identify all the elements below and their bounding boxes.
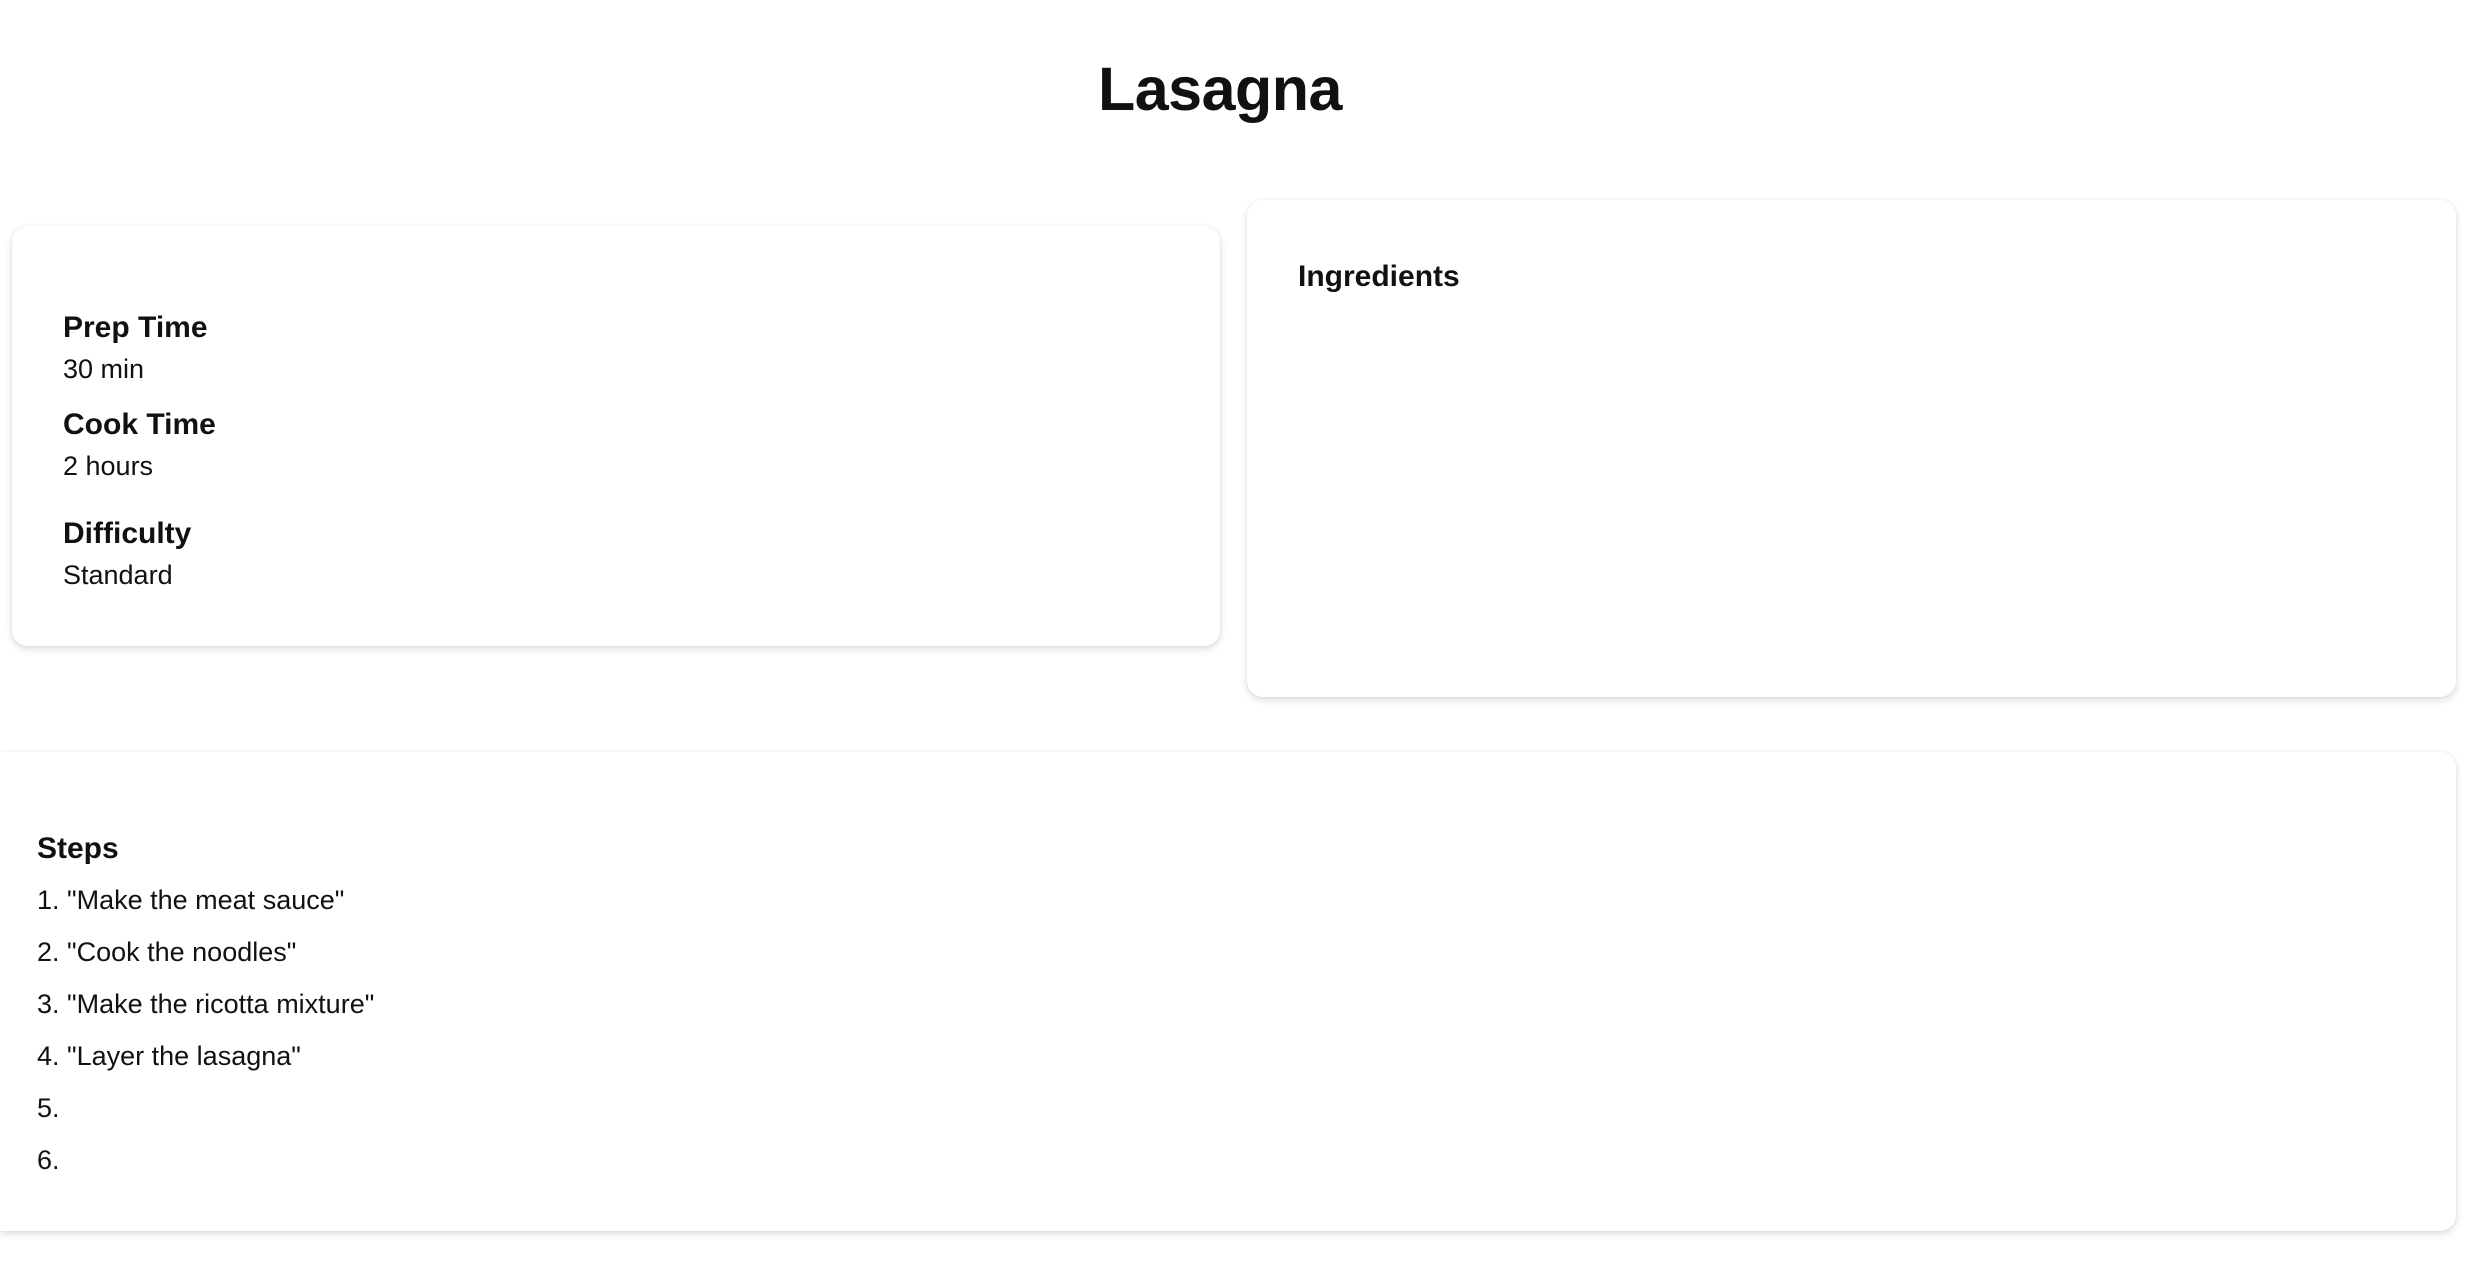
recipe-info-card: Prep Time 30 min Cook Time 2 hours Diffi… — [12, 226, 1220, 646]
cook-time-label: Cook Time — [63, 408, 216, 441]
page-title: Lasagna — [1098, 55, 1343, 123]
step-item: 5. — [37, 1093, 60, 1123]
difficulty-value: Standard — [63, 560, 173, 590]
step-item: 2. "Cook the noodles" — [37, 937, 297, 967]
step-item: 3. "Make the ricotta mixture" — [37, 989, 375, 1019]
step-item: 1. "Make the meat sauce" — [37, 885, 345, 915]
step-item: 6. — [37, 1145, 60, 1175]
cook-time-value: 2 hours — [63, 451, 154, 481]
step-item: 4. "Layer the lasagna" — [37, 1041, 301, 1071]
difficulty-label: Difficulty — [63, 517, 192, 550]
ingredients-card: Ingredients — [1247, 200, 2456, 697]
prep-time-value: 30 min — [63, 354, 145, 384]
steps-heading: Steps — [37, 832, 119, 865]
prep-time-label: Prep Time — [63, 311, 208, 344]
ingredients-heading: Ingredients — [1298, 260, 1460, 293]
steps-list: 1. "Make the meat sauce" 2. "Cook the no… — [37, 874, 374, 1186]
steps-card: Steps 1. "Make the meat sauce" 2. "Cook … — [0, 752, 2456, 1231]
